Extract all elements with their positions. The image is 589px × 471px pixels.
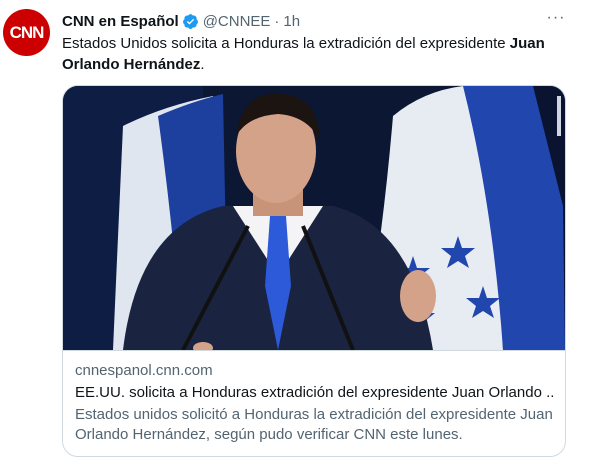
avatar[interactable]: CNN	[3, 9, 50, 56]
card-description: Estados unidos solicitó a Honduras la ex…	[75, 406, 553, 443]
cnn-logo: CNN	[9, 22, 45, 42]
author-handle[interactable]: @CNNEE	[203, 13, 271, 30]
link-preview-card[interactable]: cnnespanol.cnn.com EE.UU. solicita a Hon…	[62, 85, 566, 457]
tweet-header: CNN en Español @CNNEE · 1h	[62, 11, 549, 31]
separator-dot: ·	[274, 12, 280, 30]
tweet-text: Estados Unidos solicita a Honduras la ex…	[62, 33, 562, 75]
card-image	[63, 86, 565, 350]
tweet-time[interactable]: 1h	[283, 13, 300, 30]
card-domain: cnnespanol.cnn.com	[75, 362, 213, 379]
author-name[interactable]: CNN en Español	[62, 13, 179, 30]
tweet[interactable]: CNN CNN en Español @CNNEE · 1h ··· Estad…	[0, 0, 589, 471]
tweet-text-end: .	[200, 56, 205, 73]
verified-badge-icon	[182, 13, 198, 29]
card-title: EE.UU. solicita a Honduras extradición d…	[75, 384, 553, 401]
tweet-text-plain: Estados Unidos solicita a Honduras la ex…	[62, 35, 510, 52]
card-body: cnnespanol.cnn.com EE.UU. solicita a Hon…	[63, 350, 565, 456]
more-options-icon[interactable]: ···	[545, 10, 567, 30]
